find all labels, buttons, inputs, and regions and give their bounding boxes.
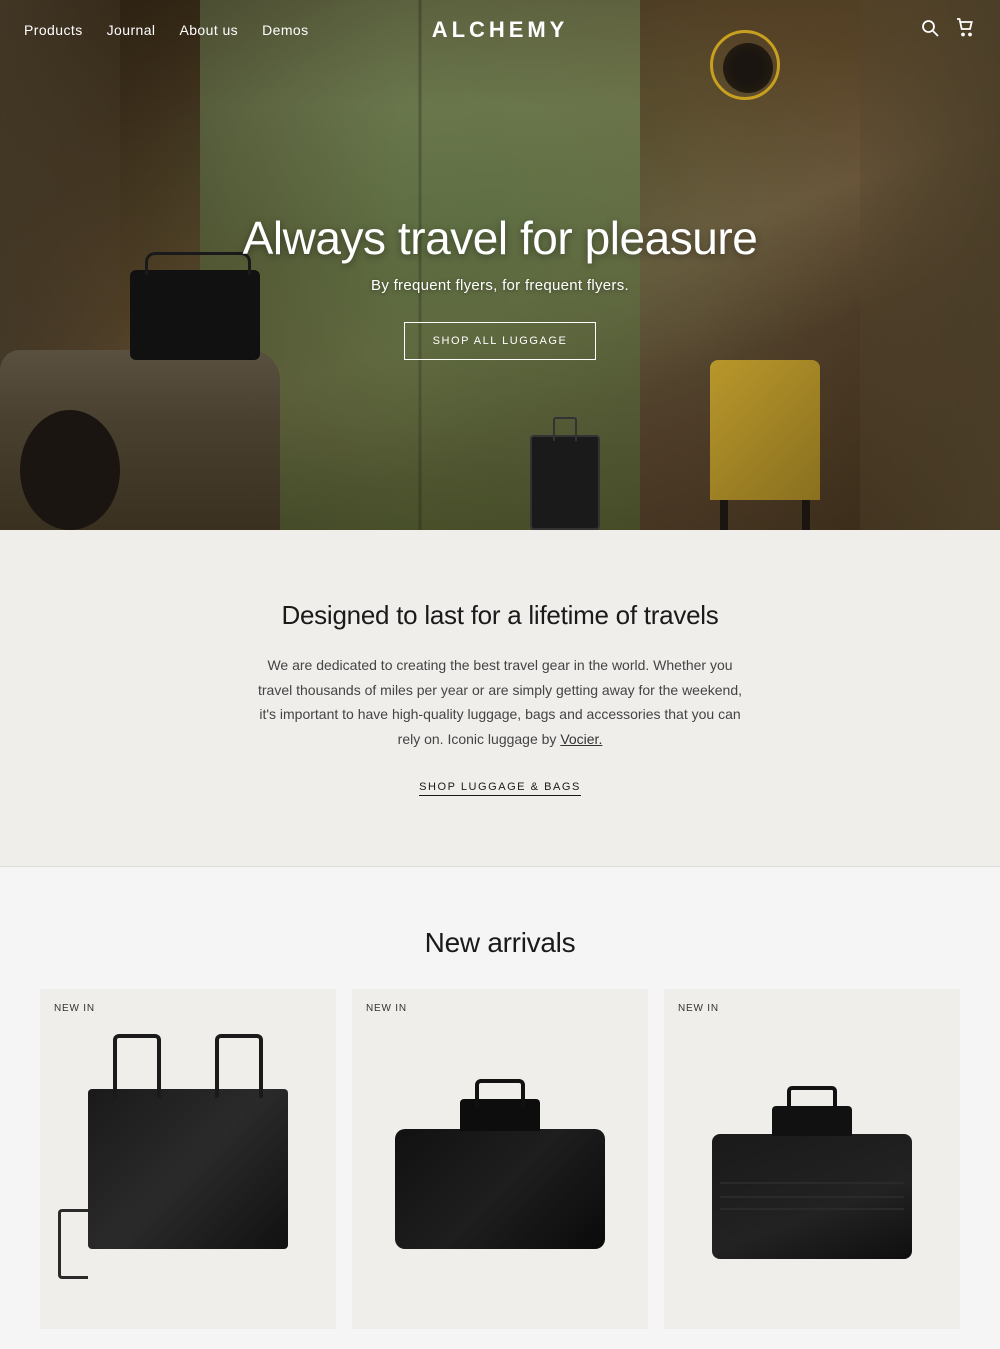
bag-handle [475,1079,525,1107]
new-in-badge-3: NEW IN [678,1003,719,1014]
product-image-3 [686,1089,938,1309]
nav-products[interactable]: Products [24,22,83,38]
vocier-link[interactable]: Vocier. [560,731,602,747]
nav-brand[interactable]: ALCHEMY [432,17,569,43]
bag-detail-3 [720,1182,904,1184]
nav-right-icons [920,18,976,42]
tote-bag [88,1089,288,1249]
search-icon[interactable] [920,18,940,42]
arrivals-grid: NEW IN NEW IN NEW IN [40,989,960,1329]
nav-demos[interactable]: Demos [262,22,308,38]
mid-cta-button[interactable]: SHOP LUGGAGE & BAGS [419,781,581,796]
product-card-2[interactable]: NEW IN [352,989,648,1329]
bag-detail-1 [720,1196,904,1198]
nav-journal[interactable]: Journal [107,22,156,38]
mid-section: Designed to last for a lifetime of trave… [0,530,1000,866]
mid-body: We are dedicated to creating the best tr… [250,653,750,751]
product-image-1 [62,1089,314,1309]
hero-content: Always travel for pleasure By frequent f… [0,40,1000,530]
nav-left-links: Products Journal About us Demos [24,22,309,38]
hero-title: Always travel for pleasure [243,211,758,265]
weekender-bag [712,1134,912,1259]
product-image-2 [374,1089,626,1309]
bag-detail-2 [720,1208,904,1210]
arrivals-section: New arrivals NEW IN NEW IN NEW IN [0,867,1000,1349]
cart-icon[interactable] [956,18,976,42]
duffel-bag [395,1129,605,1249]
product-card-1[interactable]: NEW IN [40,989,336,1329]
new-in-badge-2: NEW IN [366,1003,407,1014]
hero-section: Products Journal About us Demos ALCHEMY [0,0,1000,530]
brand-name: ALCHEMY [432,17,569,42]
arrivals-title: New arrivals [40,927,960,959]
nav-about[interactable]: About us [179,22,238,38]
weekender-handle [787,1086,837,1111]
hero-subtitle: By frequent flyers, for frequent flyers. [371,277,629,294]
new-in-badge-1: NEW IN [54,1003,95,1014]
mid-title: Designed to last for a lifetime of trave… [140,600,860,631]
hero-cta-button[interactable]: SHOP ALL LUGGAGE [404,322,597,360]
bag-strap [58,1209,88,1279]
navbar: Products Journal About us Demos ALCHEMY [0,0,1000,60]
product-card-3[interactable]: NEW IN [664,989,960,1329]
